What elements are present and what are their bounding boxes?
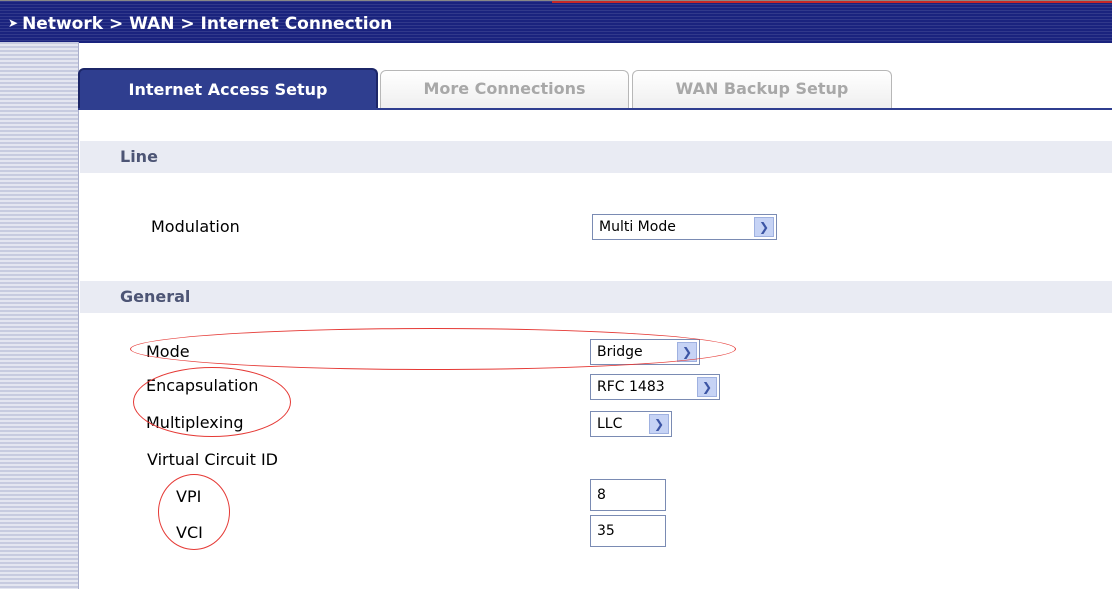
encapsulation-select[interactable]: RFC 1483 ❯ (590, 374, 720, 400)
breadcrumb-text: Network > WAN > Internet Connection (22, 14, 393, 34)
encapsulation-value: RFC 1483 (597, 379, 665, 395)
vpi-input[interactable]: 8 (590, 479, 666, 511)
tab-wan-backup-setup[interactable]: WAN Backup Setup (632, 70, 892, 108)
virtual-circuit-id-label: Virtual Circuit ID (147, 450, 278, 469)
section-header-line: Line (80, 141, 1112, 173)
tab-more-connections[interactable]: More Connections (380, 70, 629, 108)
tab-underline (78, 108, 1112, 110)
annotation-ellipse-vpi-vci (158, 474, 230, 550)
modulation-select[interactable]: Multi Mode ❯ (592, 214, 777, 240)
left-sidebar-strip (0, 42, 79, 589)
chevron-down-icon[interactable]: ❯ (754, 217, 774, 237)
section-header-general: General (80, 281, 1112, 313)
modulation-label: Modulation (151, 217, 240, 236)
vci-input[interactable]: 35 (590, 515, 666, 547)
breadcrumb: ➤ Network > WAN > Internet Connection (8, 14, 392, 34)
tab-bar: Internet Access Setup More Connections W… (78, 68, 1112, 110)
chevron-down-icon[interactable]: ❯ (697, 377, 717, 397)
header-accent-line (552, 1, 1112, 3)
header-bar: ➤ Network > WAN > Internet Connection (0, 0, 1112, 43)
modulation-value: Multi Mode (599, 219, 676, 235)
chevron-down-icon[interactable]: ❯ (649, 414, 669, 434)
arrow-icon: ➤ (8, 16, 19, 30)
annotation-ellipse-encapsulation (133, 367, 291, 437)
multiplexing-value: LLC (597, 416, 623, 432)
tab-internet-access-setup[interactable]: Internet Access Setup (78, 68, 378, 110)
annotation-ellipse-mode (130, 328, 736, 370)
multiplexing-select[interactable]: LLC ❯ (590, 411, 672, 437)
